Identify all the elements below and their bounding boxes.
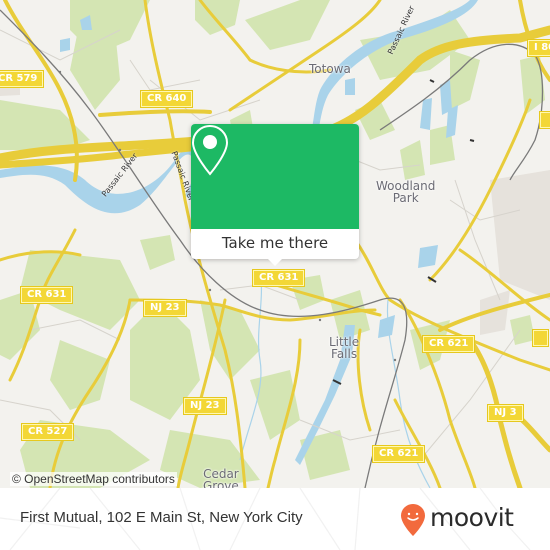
destination-popup: Take me there <box>191 124 359 259</box>
place-label-woodland-park: Woodland Park <box>376 179 436 205</box>
road-shield-cr-579: CR 579 <box>0 70 45 88</box>
popup-header <box>191 124 359 229</box>
moovit-pin-smiley-icon <box>401 504 425 536</box>
road-shield-partial-east-2 <box>531 329 550 347</box>
road-shield-nj-23-south: NJ 23 <box>183 397 227 415</box>
road-shield-nj-3: NJ 3 <box>487 404 524 422</box>
road-shield-cr-621-north: CR 621 <box>421 335 476 353</box>
footer-bar: First Mutual, 102 E Main St, New York Ci… <box>0 488 550 550</box>
road-shield-i-80: I 80 <box>526 39 550 57</box>
moovit-logo[interactable]: moovit <box>400 498 540 538</box>
road-shield-cr-621-south: CR 621 <box>371 445 426 463</box>
place-label-little-falls: Little Falls <box>329 335 360 361</box>
map-view[interactable]: CR 579 CR 640 I 80 CR 631 CR 631 NJ 23 N… <box>0 0 550 488</box>
map-attribution[interactable]: © OpenStreetMap contributors <box>10 472 177 486</box>
road-shield-cr-640: CR 640 <box>139 90 194 108</box>
road-shield-nj-23-north: NJ 23 <box>143 299 187 317</box>
road-shield-cr-527: CR 527 <box>20 423 75 441</box>
take-me-there-button[interactable]: Take me there <box>191 229 359 259</box>
destination-address: First Mutual, 102 E Main St, New York Ci… <box>20 509 303 526</box>
place-label-totowa: Totowa <box>309 62 351 76</box>
popup-tail <box>267 258 283 266</box>
road-shield-cr-631-west: CR 631 <box>19 286 74 304</box>
map-pin-icon <box>191 124 229 176</box>
road-shield-partial-east <box>538 111 550 129</box>
moovit-wordmark: moovit <box>430 503 514 532</box>
place-label-cedar-grove: Cedar Grove <box>203 467 239 488</box>
road-shield-cr-631-center: CR 631 <box>251 269 306 287</box>
